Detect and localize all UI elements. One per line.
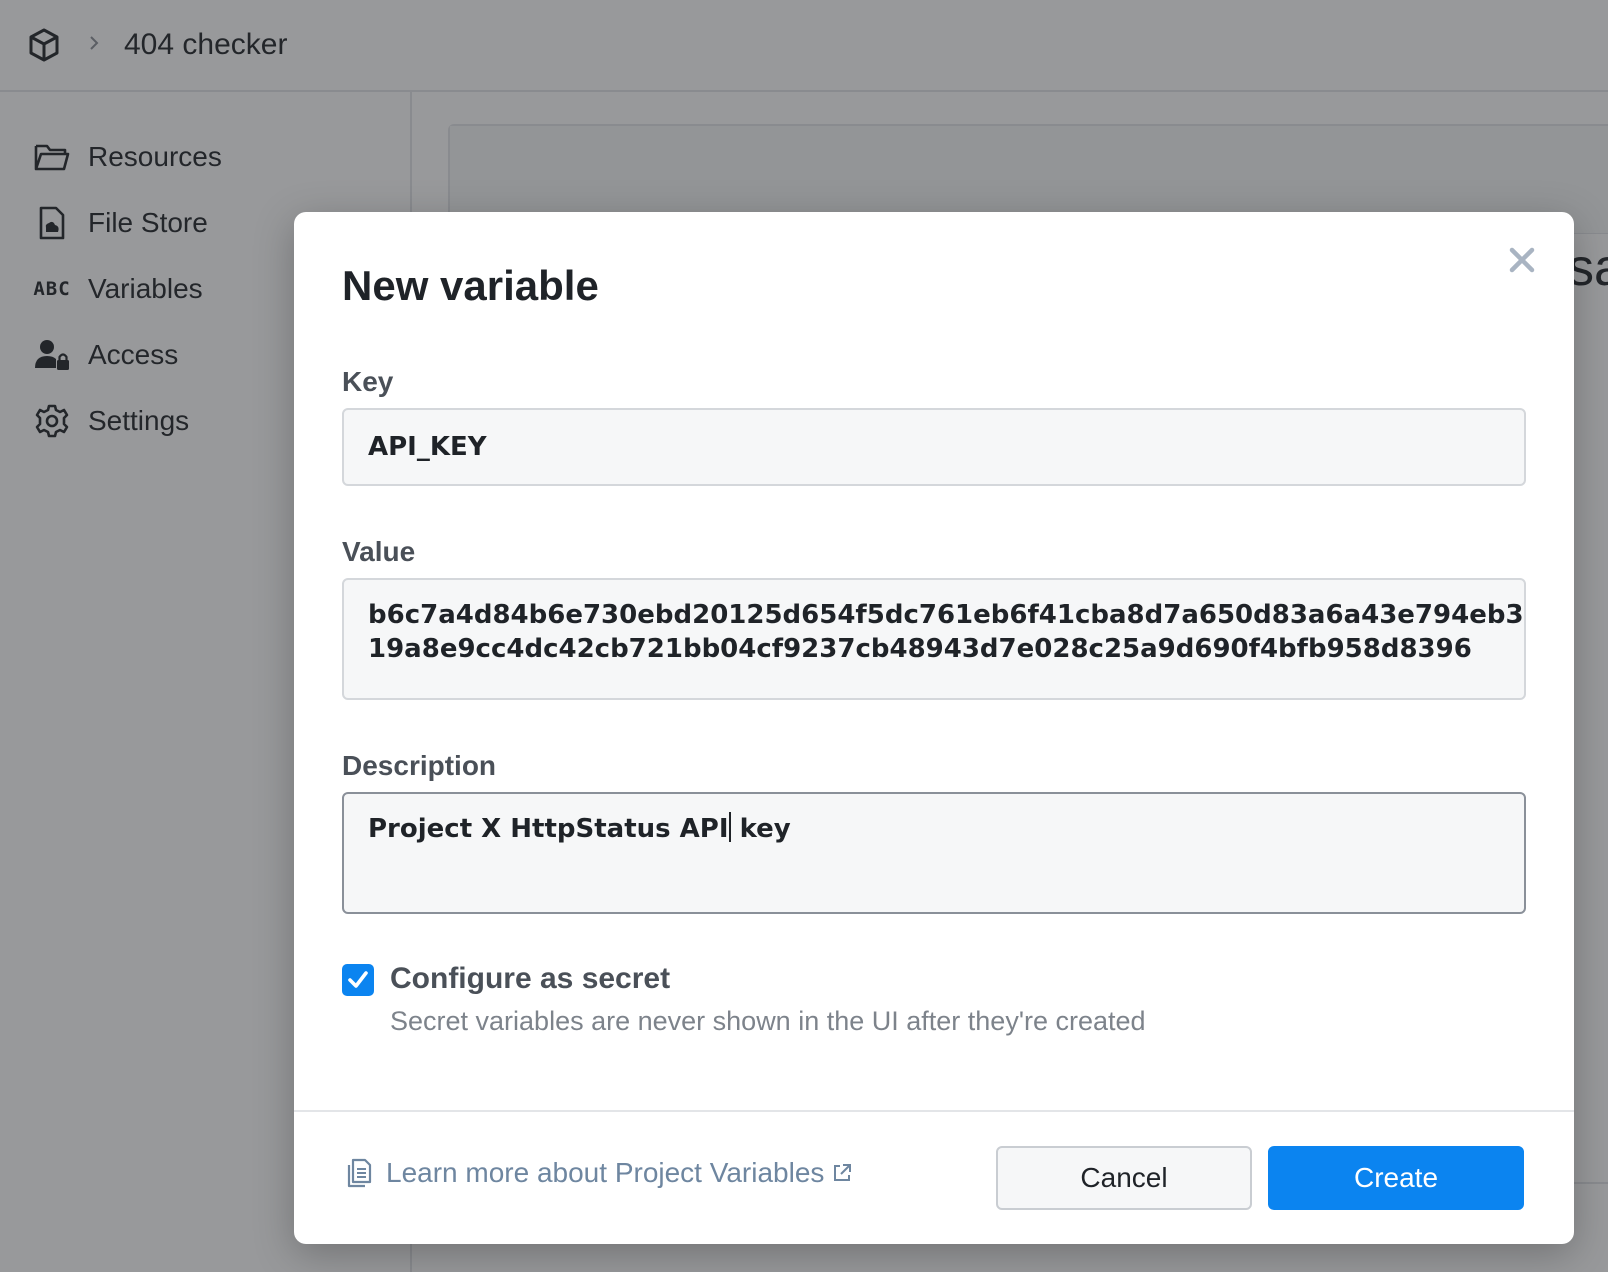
footer-divider [294,1110,1574,1112]
value-textarea[interactable]: b6c7a4d84b6e730ebd20125d654f5dc761eb6f41… [342,578,1526,700]
key-label: Key [342,366,394,397]
learn-more-link[interactable]: Learn more about Project Variables [344,1156,854,1190]
cancel-button[interactable]: Cancel [996,1146,1252,1210]
key-value: API_KEY [368,432,487,462]
external-link-icon [832,1162,854,1184]
close-icon[interactable] [1502,240,1542,280]
description-text-after-cursor: key [730,814,791,844]
description-value: Project X HttpStatus API key [368,812,791,846]
app-window: 404 checker Resources File Store ABC Var… [0,0,1608,1272]
secret-help-text: Secret variables are never shown in the … [390,1006,1146,1036]
value-label: Value [342,536,416,567]
value-line-2: 19a8e9cc4dc42cb721bb04cf9237cb48943d7e02… [368,634,1472,664]
key-input[interactable]: API_KEY [342,408,1526,486]
create-button[interactable]: Create [1268,1146,1524,1210]
value-line-1: b6c7a4d84b6e730ebd20125d654f5dc761eb6f41… [368,600,1524,630]
new-variable-dialog: New variable Key API_KEY Value b6c7a4d84… [294,212,1574,1244]
checkmark-icon [348,971,368,988]
document-icon [344,1156,374,1190]
description-text-before-cursor: Project X HttpStatus API [368,814,729,844]
secret-checkbox-label[interactable]: Configure as secret [390,962,670,996]
learn-more-text: Learn more about Project Variables [386,1157,825,1188]
description-label: Description [342,750,497,781]
description-textarea[interactable]: Project X HttpStatus API key [342,792,1526,914]
dialog-title: New variable [342,262,599,309]
secret-checkbox[interactable] [342,964,374,996]
